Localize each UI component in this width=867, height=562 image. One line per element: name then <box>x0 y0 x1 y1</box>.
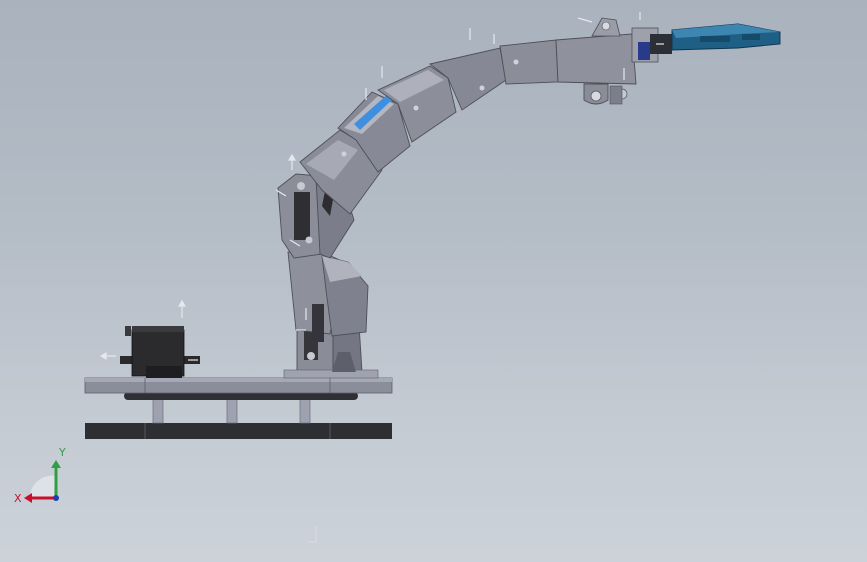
robot-arm-model[interactable] <box>0 0 867 562</box>
standoff-posts <box>124 391 358 424</box>
wrist-link[interactable] <box>555 17 637 105</box>
x-axis-arrowhead <box>24 493 32 503</box>
servo-motor[interactable] <box>120 326 200 378</box>
y-axis-label: Y <box>58 446 66 459</box>
lower-arm-link[interactable] <box>287 251 369 342</box>
x-axis-label: X <box>14 492 22 505</box>
gripper[interactable] <box>671 23 781 51</box>
upper-arm-link[interactable] <box>299 39 559 215</box>
origin-marker <box>308 526 317 543</box>
orientation-triad[interactable]: Y X <box>12 440 76 508</box>
arm-assembly[interactable] <box>277 17 781 379</box>
graphics-viewport[interactable]: Y X <box>0 0 867 562</box>
triad-shading <box>29 475 56 498</box>
y-axis-arrowhead <box>51 460 61 468</box>
wrist-servo-bracket[interactable] <box>631 27 672 63</box>
lower-plate[interactable] <box>85 423 392 439</box>
z-axis-dot <box>53 495 59 501</box>
